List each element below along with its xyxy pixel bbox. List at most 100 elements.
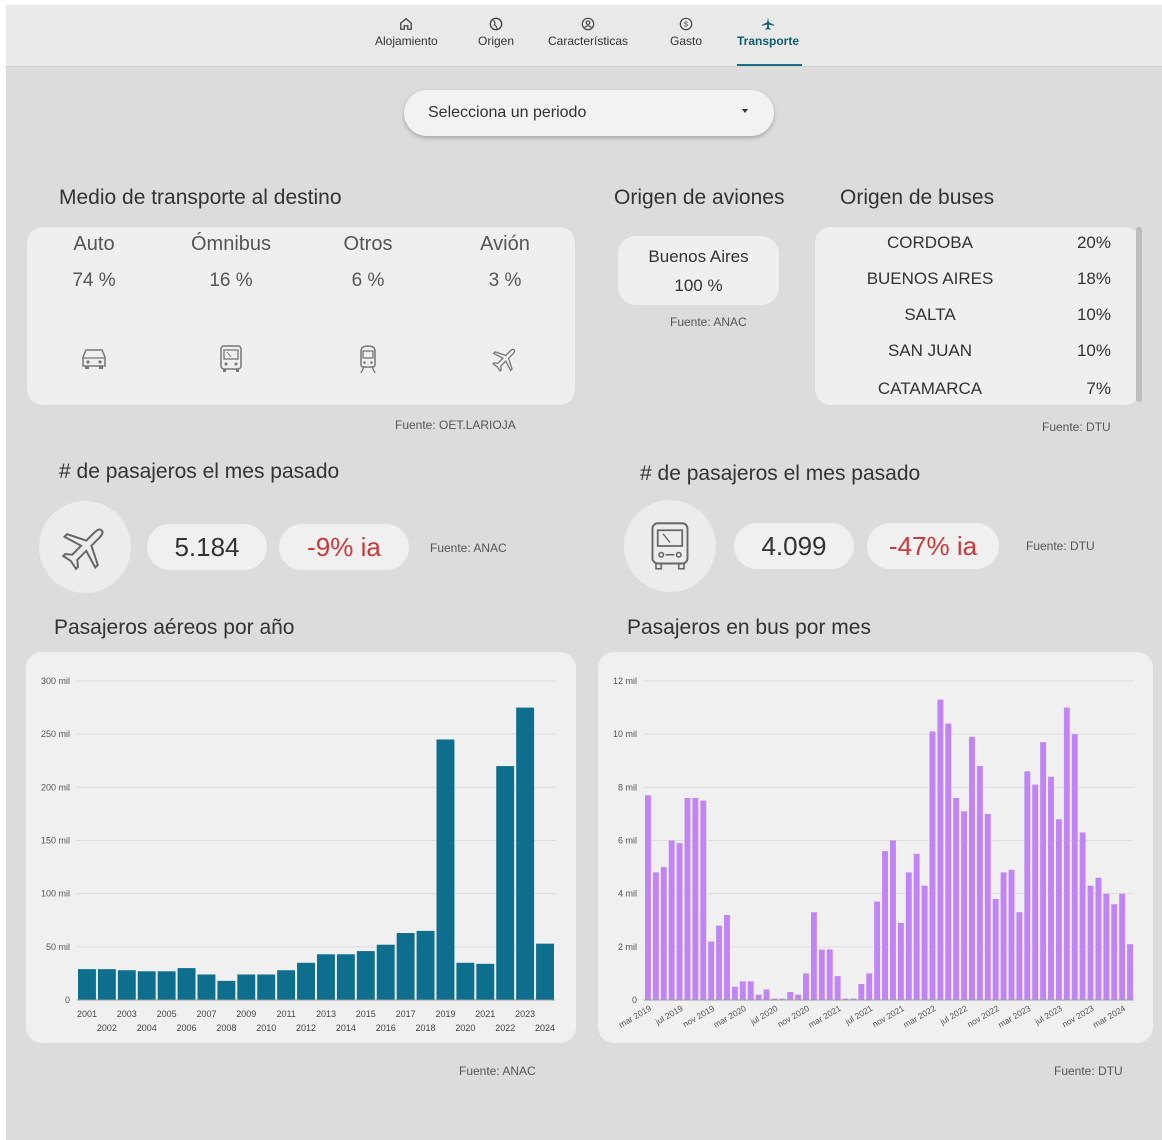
- plane-origin-source: Fuente: ANAC: [670, 315, 747, 329]
- x-tick-label: jul 2023: [1032, 1003, 1064, 1027]
- bar: [1119, 893, 1126, 1000]
- mode-pct: 3 %: [488, 270, 522, 291]
- bar: [1048, 776, 1054, 1000]
- bar: [929, 731, 936, 1000]
- bus-origin-title: Origen de buses: [840, 186, 995, 209]
- mode-pct: 6 %: [351, 270, 385, 291]
- bar: [708, 941, 715, 1000]
- bus-chart-title: Pasajeros en bus por mes: [627, 616, 871, 639]
- bar: [317, 954, 335, 1000]
- y-tick-label: 300 mil: [41, 676, 70, 686]
- origin-name: BUENOS AIRES: [866, 269, 994, 288]
- mode-pct: 16 %: [209, 270, 253, 291]
- bus-origin-table[interactable]: CORDOBA 20% BUENOS AIRES 18% SALTA 10% SAN …: [815, 227, 1140, 405]
- tab-alojamiento[interactable]: Alojamiento: [375, 17, 438, 48]
- table-row: SAN JUAN 10%: [815, 341, 1125, 365]
- tab-label: Características: [548, 34, 629, 48]
- bus-chart-source: Fuente: DTU: [1054, 1064, 1123, 1078]
- x-tick-label: nov 2019: [681, 1003, 717, 1029]
- x-tick-label: 2021: [475, 1009, 495, 1019]
- tab-label: Gasto: [670, 34, 703, 48]
- bar: [739, 981, 746, 1000]
- bar: [969, 736, 975, 1000]
- mode-name: Ómnibus: [190, 233, 272, 255]
- bar: [1016, 912, 1023, 1000]
- bar: [257, 974, 276, 1000]
- mode-name: Avión: [480, 233, 530, 255]
- bar: [1032, 784, 1039, 1000]
- person-circle-icon: [581, 17, 595, 31]
- bar: [356, 951, 375, 1000]
- bar: [913, 853, 920, 1000]
- mode-auto: Auto 74 %: [34, 233, 154, 369]
- active-tab-indicator: [737, 64, 802, 66]
- tab-origen[interactable]: Origen: [478, 17, 514, 48]
- x-tick-label: jul 2020: [748, 1003, 780, 1027]
- x-tick-label: 2015: [356, 1009, 376, 1019]
- bar: [277, 970, 296, 1000]
- tab-label: Transporte: [737, 34, 800, 48]
- period-select[interactable]: Selecciona un periodo: [404, 90, 774, 136]
- x-tick-label: mar 2024: [1091, 1003, 1127, 1030]
- x-tick-label: 2001: [77, 1009, 97, 1019]
- tab-caracteristicas[interactable]: Características: [548, 17, 628, 48]
- bar: [882, 851, 888, 1000]
- table-row: BUENOS AIRES 18%: [815, 269, 1125, 293]
- bar: [668, 840, 675, 1000]
- bar: [763, 989, 770, 1000]
- x-tick-label: 2004: [137, 1023, 157, 1033]
- x-tick-label: mar 2021: [807, 1003, 843, 1030]
- air-passengers-chart: 0 50 mil 100 mil 150 mil 200 mil 250 mil 300 m…: [41, 676, 555, 1033]
- mode-omnibus: Ómnibus 16 %: [171, 233, 291, 372]
- x-tick-label: 2011: [276, 1009, 295, 1019]
- bar: [177, 968, 196, 1000]
- bar: [1095, 877, 1102, 1000]
- bar: [536, 943, 554, 1000]
- plane-passengers-source: Fuente: ANAC: [430, 541, 507, 555]
- bar: [1127, 944, 1133, 1000]
- air-chart-title: Pasajeros aéreos por año: [54, 616, 295, 639]
- bar: [1008, 869, 1015, 1000]
- x-tick-label: 2018: [416, 1023, 436, 1033]
- bar: [396, 933, 415, 1000]
- y-tick-label: 2 mil: [618, 942, 637, 952]
- bar: [1055, 819, 1062, 1000]
- bar: [1111, 904, 1118, 1000]
- bus-origin-scrollbar[interactable]: [1136, 227, 1142, 402]
- x-tick-label: mar 2023: [996, 1003, 1032, 1030]
- bus-passengers-change: -47% ia: [888, 530, 978, 561]
- x-tick-label: 2012: [296, 1023, 316, 1033]
- y-tick-label: 12 mil: [613, 676, 637, 686]
- x-tick-label: jul 2019: [653, 1003, 685, 1027]
- bar: [157, 971, 176, 1000]
- tab-gasto[interactable]: $ Gasto: [670, 17, 702, 48]
- y-tick-label: 4 mil: [618, 889, 637, 899]
- x-tick-label: 2023: [515, 1009, 535, 1019]
- bar: [921, 885, 928, 1000]
- bar: [692, 797, 699, 1000]
- bar: [755, 994, 762, 1000]
- transport-modes-title: Medio de transporte al destino: [59, 186, 342, 209]
- bar: [897, 922, 904, 1000]
- x-tick-label: nov 2020: [776, 1003, 812, 1029]
- y-tick-label: 100 mil: [41, 889, 70, 899]
- x-tick-label: nov 2023: [1060, 1003, 1096, 1029]
- tab-transporte[interactable]: Transporte: [737, 17, 799, 48]
- plane-origin-card: Buenos Aires 100 %: [618, 236, 779, 305]
- origin-pct: 18%: [1076, 269, 1111, 288]
- x-tick-label: 2017: [396, 1009, 416, 1019]
- y-tick-label: 250 mil: [41, 729, 70, 739]
- bar: [476, 963, 495, 1000]
- origin-name: CORDOBA: [887, 233, 973, 252]
- air-chart-source: Fuente: ANAC: [459, 1064, 536, 1078]
- bar: [961, 811, 968, 1000]
- x-tick-label: mar 2020: [712, 1003, 748, 1030]
- x-tick-label: 2003: [117, 1009, 137, 1019]
- bar: [1079, 832, 1086, 1000]
- plane-icon: [491, 348, 516, 373]
- bar: [516, 707, 535, 1000]
- dashboard-frame: Alojamiento Origen Características $ Gas…: [6, 5, 1162, 1140]
- bar: [1103, 893, 1110, 1000]
- plane-origin-pct: 100 %: [674, 276, 723, 295]
- bar: [731, 986, 738, 1000]
